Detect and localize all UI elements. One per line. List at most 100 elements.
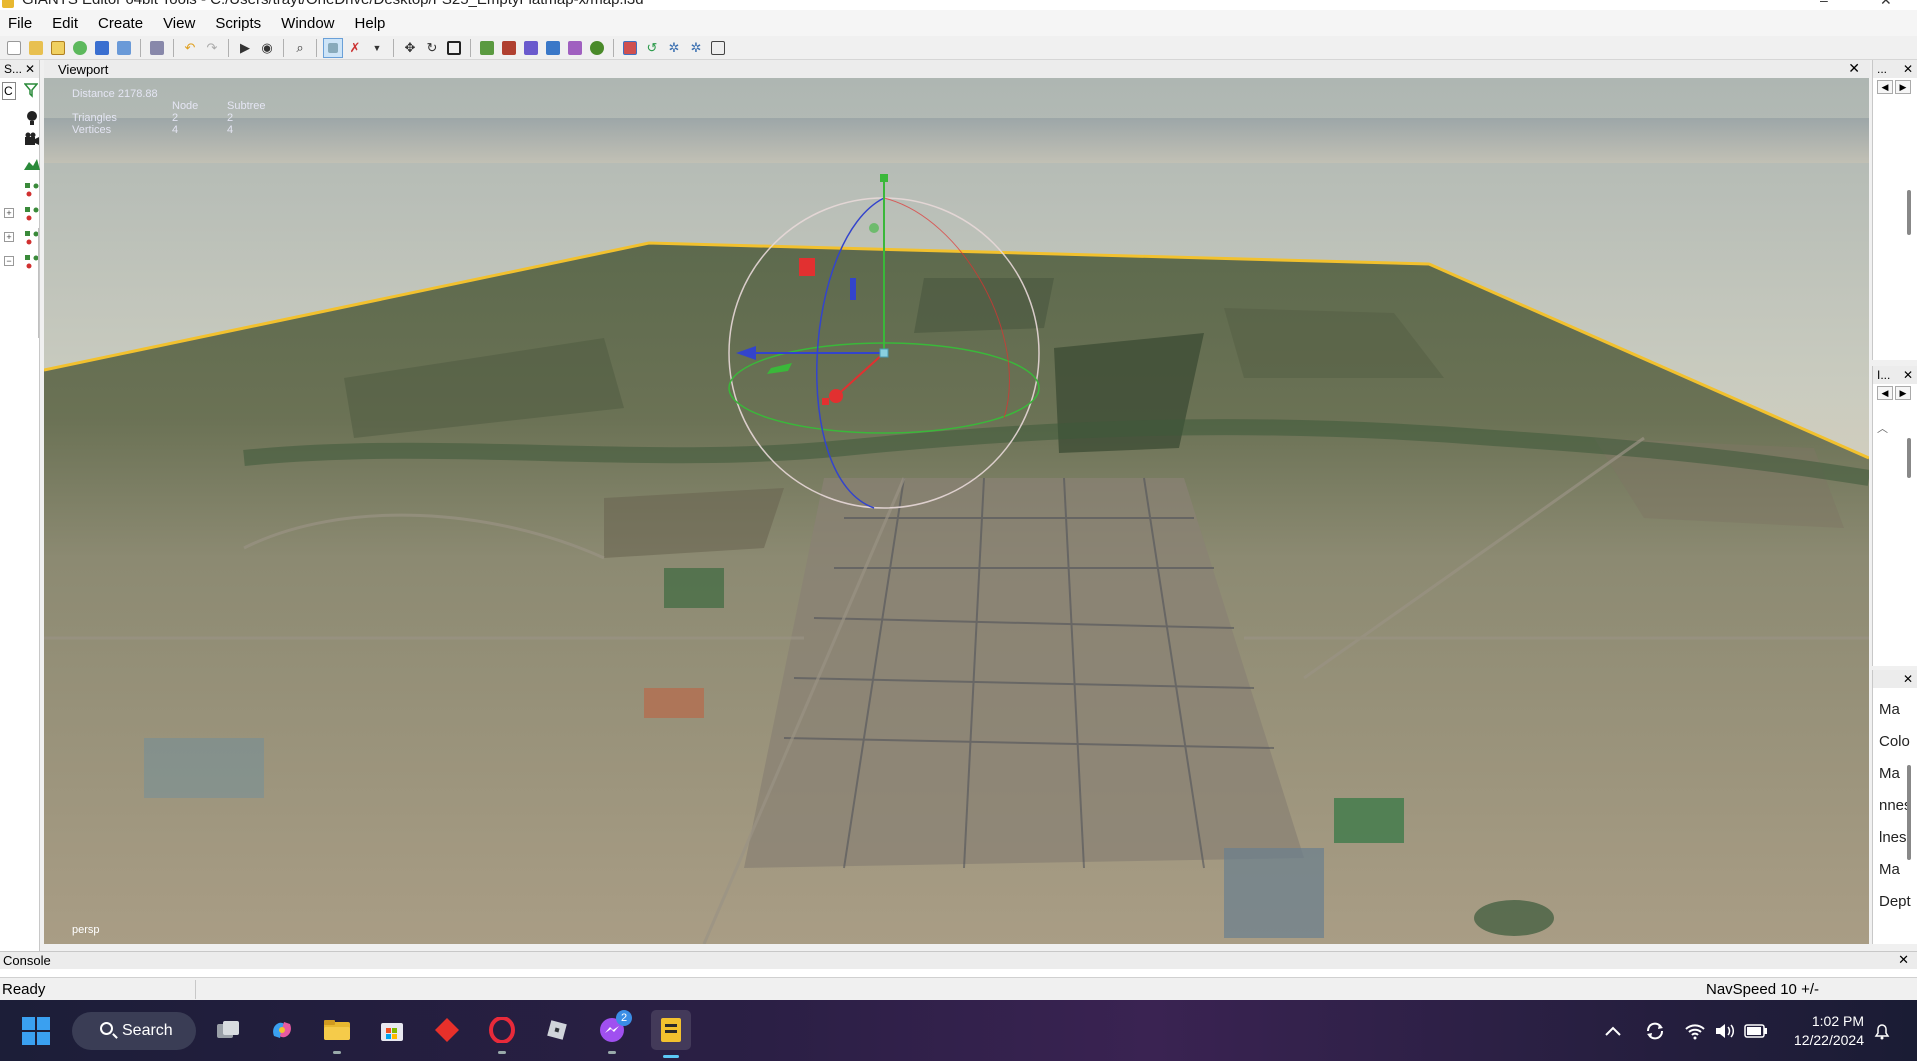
scale-icon[interactable] xyxy=(444,38,464,58)
camera-node-icon[interactable] xyxy=(24,132,40,148)
app-diamond-icon[interactable] xyxy=(431,1014,463,1046)
tree-expand-toggle[interactable]: + xyxy=(4,208,14,218)
filter-funnel-icon[interactable] xyxy=(23,82,39,98)
tab-scroll-arrows: ◀ ▶ xyxy=(1873,78,1917,96)
microsoft-store-icon[interactable] xyxy=(376,1014,408,1046)
volume-icon[interactable] xyxy=(1714,1000,1736,1061)
notifications-bell-icon[interactable] xyxy=(1872,1000,1892,1061)
tree-expand-toggle[interactable]: + xyxy=(4,232,14,242)
tree-collapse-toggle[interactable]: − xyxy=(4,256,14,266)
save-icon[interactable] xyxy=(92,38,112,58)
taskbar-search-box[interactable]: Search xyxy=(72,1012,196,1050)
taskbar-clock[interactable]: 1:02 PM 12/22/2024 xyxy=(1780,1012,1864,1050)
zoom-icon[interactable]: ⌕ xyxy=(290,38,310,58)
console-output[interactable] xyxy=(0,969,1917,977)
open-folder-icon[interactable] xyxy=(26,38,46,58)
attribute-row: Ma xyxy=(1879,861,1900,878)
right-panel-bottom-close-icon[interactable]: ✕ xyxy=(1903,672,1913,686)
giants-editor-taskbar-icon[interactable] xyxy=(651,1010,691,1058)
settings-icon[interactable]: ✲ xyxy=(664,38,684,58)
scroll-up-icon[interactable]: ︿ xyxy=(1877,420,1893,435)
scatter-icon[interactable] xyxy=(565,38,585,58)
transform-group-icon[interactable] xyxy=(24,206,40,222)
menu-help[interactable]: Help xyxy=(353,15,398,32)
menu-file[interactable]: File xyxy=(6,15,44,32)
messenger-icon[interactable]: 2 xyxy=(596,1010,632,1054)
task-view-icon[interactable] xyxy=(212,1014,244,1046)
right-panel-middle-scrollbar[interactable] xyxy=(1907,438,1911,478)
terrain-paint-icon[interactable]: ✗ xyxy=(345,38,365,58)
gear2-icon[interactable]: ✲ xyxy=(686,38,706,58)
reload-icon[interactable]: ↺ xyxy=(642,38,662,58)
transform-group-icon[interactable] xyxy=(24,182,40,198)
right-panel-middle-close-icon[interactable]: ✕ xyxy=(1903,368,1913,382)
sync-icon[interactable] xyxy=(1644,1000,1666,1061)
right-panel-bottom: ✕ Ma Colo Ma nnes lnes Ma Dept xyxy=(1872,670,1917,944)
refresh-icon[interactable] xyxy=(70,38,90,58)
vertices-subtree: 4 xyxy=(227,124,234,136)
scenegraph-close-icon[interactable]: ✕ xyxy=(25,62,35,76)
active-window-indicator xyxy=(663,1055,679,1058)
battery-icon[interactable] xyxy=(1744,1000,1768,1061)
triangles-node: 2 xyxy=(172,112,179,124)
tab-scroll-left-icon[interactable]: ◀ xyxy=(1877,386,1893,400)
console-close-icon[interactable]: ✕ xyxy=(1898,952,1909,968)
spline-icon[interactable] xyxy=(543,38,563,58)
clipboard-icon[interactable] xyxy=(708,38,728,58)
menu-view[interactable]: View xyxy=(161,15,207,32)
light-node-icon[interactable] xyxy=(24,110,40,126)
clock-time: 1:02 PM xyxy=(1811,1013,1864,1029)
new-file-icon[interactable] xyxy=(4,38,24,58)
subtree-header: Subtree xyxy=(227,100,266,112)
copilot-icon[interactable] xyxy=(266,1014,298,1046)
giants-editor-app-icon xyxy=(2,0,14,8)
toolbar-separator xyxy=(613,38,614,57)
paint-brush-icon[interactable] xyxy=(521,38,541,58)
file-explorer-icon[interactable] xyxy=(321,1014,353,1054)
wifi-icon[interactable] xyxy=(1684,1000,1706,1061)
terrain-sculpt-icon[interactable] xyxy=(477,38,497,58)
menu-scripts[interactable]: Scripts xyxy=(213,15,273,32)
eye-icon[interactable]: ◉ xyxy=(257,38,277,58)
move-icon[interactable]: ✥ xyxy=(400,38,420,58)
windows-taskbar: Search 2 1:02 PM 12/22/2024 xyxy=(0,1000,1917,1061)
undo-icon[interactable]: ↶ xyxy=(180,38,200,58)
select-icon[interactable] xyxy=(323,37,343,58)
minimize-icon[interactable]: – xyxy=(1820,0,1828,8)
distance-value: 2178.88 xyxy=(117,88,158,100)
show-hidden-icons-chevron[interactable] xyxy=(1604,1000,1622,1061)
right-panel-top-header: ... ✕ xyxy=(1873,60,1917,78)
viewport-close-icon[interactable]: ✕ xyxy=(1848,60,1860,77)
tree-icon[interactable] xyxy=(587,38,607,58)
viewport-scene xyxy=(44,78,1869,944)
dropdown-icon[interactable]: ▼ xyxy=(367,38,387,58)
opera-browser-icon[interactable] xyxy=(486,1014,518,1054)
right-panel-bottom-scrollbar[interactable] xyxy=(1907,765,1911,860)
redo-icon[interactable]: ↷ xyxy=(202,38,222,58)
windows-start-icon[interactable] xyxy=(22,1017,50,1045)
menu-window[interactable]: Window xyxy=(279,15,346,32)
terrain-node-icon[interactable] xyxy=(24,156,40,172)
right-panel-top-close-icon[interactable]: ✕ xyxy=(1903,62,1913,76)
right-panel-top-scrollbar[interactable] xyxy=(1907,190,1911,235)
viewport-3d[interactable]: Distance 2178.88 Node Subtree Triangles 2 2… xyxy=(44,78,1869,944)
menu-edit[interactable]: Edit xyxy=(50,15,90,32)
tab-scroll-right-icon[interactable]: ▶ xyxy=(1895,386,1911,400)
roblox-icon[interactable] xyxy=(541,1014,573,1046)
menu-create[interactable]: Create xyxy=(96,15,155,32)
tab-scroll-left-icon[interactable]: ◀ xyxy=(1877,80,1893,94)
status-text: Ready xyxy=(2,980,46,998)
export-icon[interactable] xyxy=(114,38,134,58)
rotate-icon[interactable]: ↻ xyxy=(422,38,442,58)
layers-icon[interactable] xyxy=(620,38,640,58)
tab-scroll-right-icon[interactable]: ▶ xyxy=(1895,80,1911,94)
play-icon[interactable]: ▶ xyxy=(235,38,255,58)
distance-label: Distance xyxy=(72,88,115,100)
viewport-header: Viewport ✕ xyxy=(44,60,1870,78)
edit-icon[interactable] xyxy=(48,38,68,58)
find-icon[interactable] xyxy=(147,38,167,58)
foliage-paint-icon[interactable] xyxy=(499,38,519,58)
scenegraph-panel-title: S... xyxy=(4,62,23,76)
scenegraph-filter-input[interactable]: C xyxy=(2,82,16,100)
close-window-icon[interactable]: ✕ xyxy=(1880,0,1892,9)
